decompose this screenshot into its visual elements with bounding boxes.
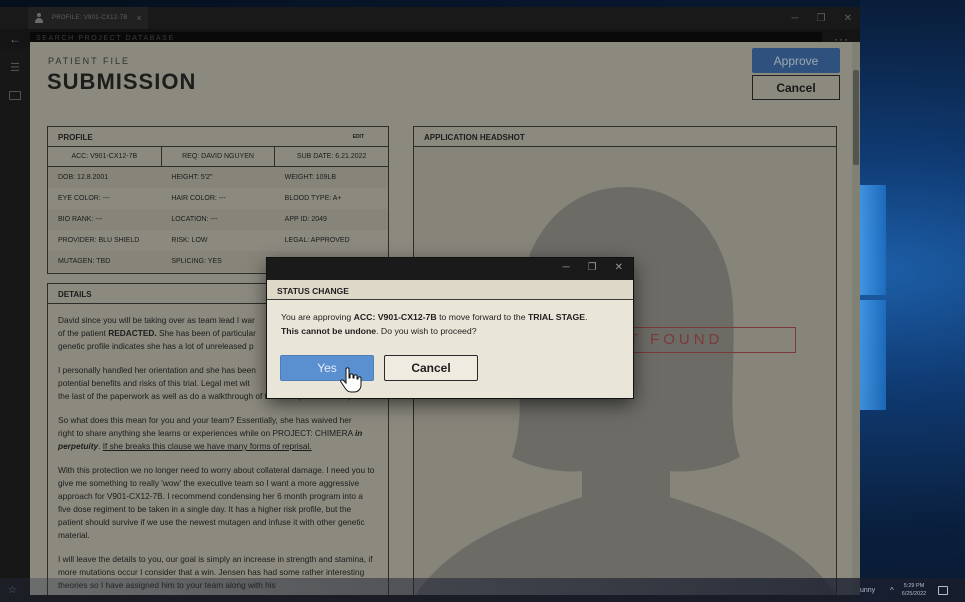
profile-heading-label: PROFILE — [58, 133, 93, 142]
details-text: David since you will be taking over as t… — [58, 315, 255, 325]
dialog-actions: Yes Cancel — [280, 355, 478, 381]
profile-grid: DOB: 12.8.2001 HEIGHT: 5'2" WEIGHT: 109L… — [48, 167, 388, 272]
details-text: I personally handled her orientation and… — [58, 365, 256, 375]
profile-panel: PROFILE EDIT ACC: V901-CX12-7B REQ: DAVI… — [47, 126, 389, 274]
profile-cell: HEIGHT: 5'2" — [171, 174, 213, 181]
scrollbar-thumb[interactable] — [853, 70, 859, 165]
status-change-dialog: ─ ❐ ✕ STATUS CHANGE You are approving AC… — [267, 258, 633, 398]
profile-cell: RISK: LOW — [171, 237, 208, 244]
dialog-text: . — [585, 312, 588, 322]
system-tray: unny ^ 5:29 PM 6/25/2022 — [860, 578, 965, 602]
edit-link[interactable]: EDIT — [353, 134, 364, 140]
profile-cell: PROVIDER: BLU SHIELD — [58, 237, 140, 244]
tab-profile[interactable]: PROFILE: V901-CX12-7B × — [28, 7, 148, 29]
close-button[interactable]: ✕ — [844, 13, 852, 24]
acc-cell: ACC: V901-CX12-7B — [48, 147, 162, 166]
dialog-bold: ACC: V901-CX12-7B — [353, 312, 437, 322]
profile-cell: MUTAGEN: TBD — [58, 258, 111, 265]
dialog-text: . Do you wish to proceed? — [376, 326, 477, 336]
folder-icon[interactable] — [9, 91, 21, 100]
dialog-close-button[interactable]: ✕ — [615, 262, 623, 273]
page-header: PATIENT FILE SUBMISSION Approve Cancel — [30, 42, 860, 117]
profile-cell: APP ID: 2049 — [284, 216, 327, 223]
star-icon[interactable]: ☆ — [8, 585, 17, 596]
hand-pointer-icon — [340, 367, 362, 393]
details-text: of the patient — [58, 328, 109, 338]
details-text: potential benefits and risks of this tri… — [58, 378, 250, 388]
dialog-maximize-button[interactable]: ❐ — [588, 262, 597, 273]
menu-icon[interactable]: ☰ — [0, 61, 30, 77]
taskbar — [0, 578, 965, 602]
tray-date: 6/25/2022 — [901, 591, 927, 597]
dialog-window-controls: ─ ❐ ✕ — [563, 262, 623, 273]
sidebar: ☰ — [0, 49, 30, 602]
details-paragraph: With this protection we no longer need t… — [58, 465, 375, 540]
profile-cell: DOB: 12.8.2001 — [58, 174, 109, 181]
profile-heading: PROFILE EDIT — [48, 127, 388, 147]
details-text: right to share anything she learns or ex… — [58, 428, 355, 438]
dialog-message: You are approving ACC: V901-CX12-7B to m… — [267, 300, 633, 338]
profile-cell: LEGAL: APPROVED — [284, 237, 350, 244]
req-cell: REQ: DAVID NGUYEN — [162, 147, 276, 166]
dialog-cancel-button[interactable]: Cancel — [384, 355, 478, 381]
dialog-title-bar: ─ ❐ ✕ — [267, 258, 633, 280]
page-title: SUBMISSION — [47, 69, 197, 94]
dialog-minimize-button[interactable]: ─ — [563, 262, 570, 273]
details-paragraph: So what does this mean for you and your … — [58, 414, 378, 453]
headshot-heading: APPLICATION HEADSHOT — [414, 127, 836, 147]
dialog-text: You are approving — [281, 312, 354, 322]
profile-cell: EYE COLOR: --- — [58, 195, 110, 202]
dialog-heading: STATUS CHANGE — [267, 280, 633, 300]
sub-date-cell: SUB DATE: 6.21.2022 — [296, 153, 367, 160]
tab-close-icon[interactable]: × — [136, 13, 142, 23]
dialog-bold: This cannot be undone — [281, 326, 377, 336]
approve-button[interactable]: Approve — [752, 48, 840, 73]
back-arrow-icon[interactable]: ← — [0, 32, 30, 46]
profile-cell: LOCATION: --- — [171, 216, 218, 223]
details-bold: REDACTED. — [108, 328, 157, 338]
tray-user-label[interactable]: unny — [860, 587, 880, 594]
dialog-text: to move forward to the — [436, 312, 528, 322]
details-text: So what does this mean for you and your … — [58, 415, 352, 425]
profile-cell: BIO RANK: --- — [58, 216, 103, 223]
table-row: DOB: 12.8.2001 HEIGHT: 5'2" WEIGHT: 109L… — [48, 167, 388, 188]
table-row: EYE COLOR: --- HAIR COLOR: --- BLOOD TYP… — [48, 188, 388, 209]
window-controls: ─ ❐ ✕ — [792, 7, 852, 29]
windows-logo — [858, 185, 888, 415]
account-row: ACC: V901-CX12-7B REQ: DAVID NGUYEN SUB … — [48, 147, 388, 167]
profile-cell: WEIGHT: 109LB — [284, 174, 337, 181]
dialog-bold: TRIAL STAGE — [527, 312, 586, 322]
notification-icon[interactable] — [938, 585, 949, 595]
profile-cell: HAIR COLOR: --- — [171, 195, 226, 202]
maximize-button[interactable]: ❐ — [817, 13, 826, 24]
minimize-button[interactable]: ─ — [792, 13, 799, 24]
details-underline: If she breaks this clause we have many f… — [102, 441, 312, 451]
page-eyebrow: PATIENT FILE — [48, 56, 131, 66]
table-row: PROVIDER: BLU SHIELD RISK: LOW LEGAL: AP… — [48, 230, 388, 251]
profile-cell: BLOOD TYPE: A+ — [284, 195, 342, 202]
page-scrollbar[interactable] — [852, 42, 860, 595]
table-row: BIO RANK: --- LOCATION: --- APP ID: 2049 — [48, 209, 388, 230]
tray-time: 5:29 PM — [903, 583, 925, 589]
title-bar: PROFILE: V901-CX12-7B × ─ ❐ ✕ — [0, 7, 860, 29]
cancel-button[interactable]: Cancel — [752, 75, 840, 100]
user-icon — [34, 13, 44, 23]
details-text: She has been of particular — [156, 328, 256, 338]
not-found-label: T FOUND — [614, 327, 796, 353]
tray-clock[interactable]: 5:29 PM 6/25/2022 — [902, 582, 926, 598]
profile-cell: SPLICING: YES — [171, 258, 222, 265]
tray-chevron-icon[interactable]: ^ — [890, 586, 894, 595]
tab-title: PROFILE: V901-CX12-7B — [52, 15, 128, 21]
details-text: genetic profile indicates she has a lot … — [58, 341, 254, 351]
